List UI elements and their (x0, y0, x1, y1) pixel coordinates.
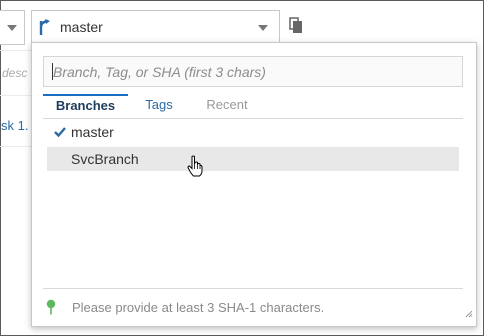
background-description: desc (2, 66, 28, 80)
divider (0, 146, 31, 147)
tab-tags[interactable]: Tags (139, 94, 179, 117)
branch-selector[interactable]: master (31, 10, 280, 43)
left-dropdown-button[interactable] (0, 10, 25, 45)
branch-item-master[interactable]: master (47, 120, 459, 144)
branch-picker-popup: Branches Tags Recent master SvcBranch Pl… (31, 42, 477, 327)
branch-name: SvcBranch (71, 151, 139, 167)
tab-recent[interactable]: Recent (201, 94, 253, 117)
divider (43, 288, 463, 289)
branch-item-svcbranch[interactable]: SvcBranch (47, 147, 459, 171)
resize-grip-icon[interactable] (464, 305, 473, 323)
selected-branch-label: master (60, 19, 103, 35)
tab-branches[interactable]: Branches (43, 94, 128, 118)
branch-search-input[interactable] (43, 56, 463, 87)
git-branch-icon (38, 18, 52, 41)
background-link[interactable]: sk 1. (1, 118, 30, 133)
chevron-down-icon (7, 25, 17, 31)
branch-name: master (71, 124, 114, 140)
hand-cursor-icon (187, 155, 203, 182)
branch-picker-tabs: Branches Tags Recent (43, 94, 463, 119)
footer-hint-text: Please provide at least 3 SHA-1 characte… (72, 300, 325, 315)
text-cursor (52, 63, 53, 80)
copy-icon[interactable] (289, 17, 303, 39)
chevron-down-icon (258, 25, 268, 31)
pin-icon (46, 299, 56, 320)
